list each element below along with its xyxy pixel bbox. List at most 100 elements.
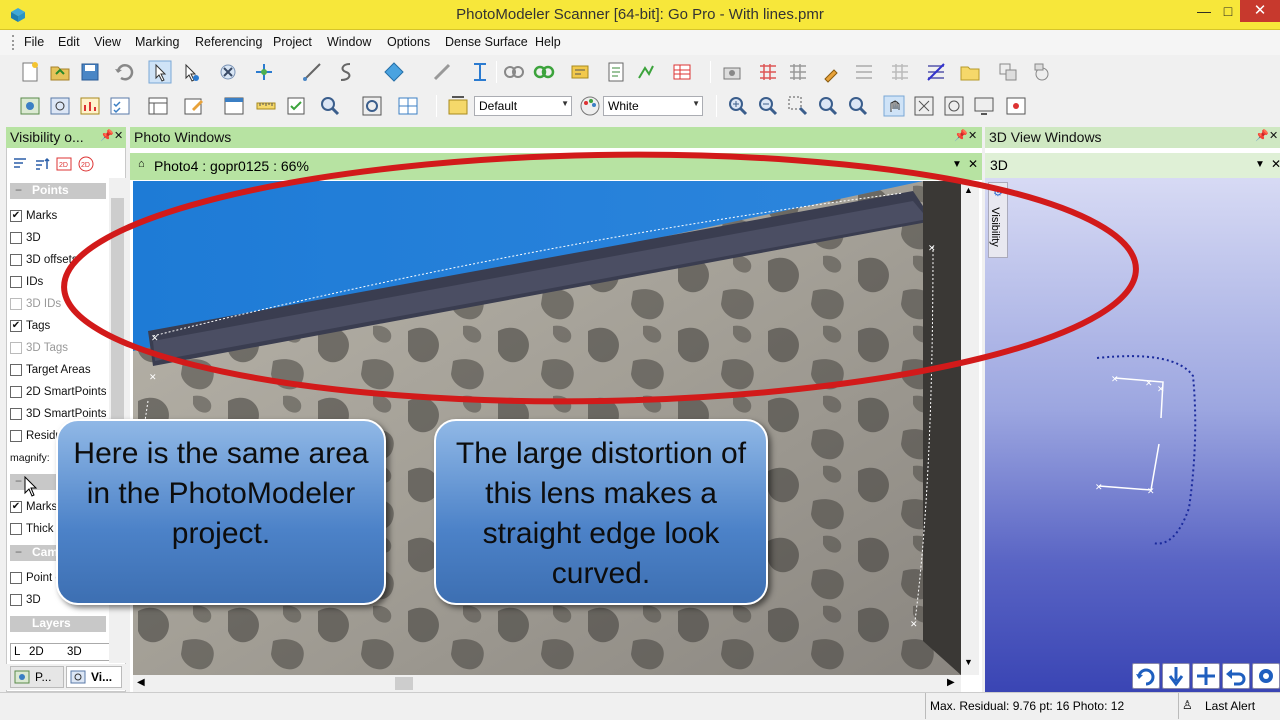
quality-icon[interactable] xyxy=(634,60,658,84)
checkbox-icon[interactable] xyxy=(10,430,22,442)
option-thick[interactable]: Thick xyxy=(10,521,60,539)
checkbox-icon[interactable] xyxy=(10,572,22,584)
zoom-all-icon[interactable] xyxy=(816,94,840,118)
sort-icon[interactable] xyxy=(12,156,28,172)
menu-window[interactable]: Window xyxy=(327,35,371,49)
close-panel-icon[interactable]: ✕ xyxy=(1269,129,1278,142)
scroll-left-icon[interactable]: ◀ xyxy=(137,677,145,688)
collapse-icon[interactable]: − xyxy=(15,474,22,488)
option-residuals[interactable]: Residu xyxy=(10,428,62,446)
scroll-right-icon[interactable]: ▶ xyxy=(947,677,955,688)
zoom-icon[interactable] xyxy=(318,94,342,118)
checkbox-checked-icon[interactable]: ✔ xyxy=(10,320,22,332)
checkbox-icon[interactable] xyxy=(10,408,22,420)
screen-icon[interactable] xyxy=(972,94,996,118)
undo-icon[interactable] xyxy=(112,60,136,84)
menu-dense-surface[interactable]: Dense Surface xyxy=(445,35,528,49)
checkbox-icon[interactable] xyxy=(10,276,22,288)
option-point-cloud[interactable]: Point c xyxy=(10,570,61,588)
cameras-group-header[interactable]: − Cam xyxy=(10,545,58,561)
menu-project[interactable]: Project xyxy=(273,35,312,49)
edit-properties-icon[interactable] xyxy=(182,94,206,118)
surface-mode-icon[interactable] xyxy=(382,60,406,84)
folder-icon[interactable] xyxy=(958,60,982,84)
select-pointer-icon[interactable] xyxy=(148,60,172,84)
zoom-out-icon[interactable] xyxy=(756,94,780,118)
save-icon[interactable] xyxy=(78,60,102,84)
tab-visibility[interactable]: Vi... xyxy=(66,666,122,688)
pan-3d-icon[interactable] xyxy=(1192,663,1220,689)
checkbox-checked-icon[interactable]: ✔ xyxy=(10,501,22,513)
checkbox-icon[interactable] xyxy=(10,523,22,535)
open-photo-icon[interactable] xyxy=(48,94,72,118)
edge-tool-icon[interactable] xyxy=(430,60,454,84)
window-icon[interactable] xyxy=(222,94,246,118)
settings-3d-icon[interactable] xyxy=(1252,663,1280,689)
collapse-icon[interactable]: − xyxy=(15,183,22,197)
layers-group-header[interactable]: Layers xyxy=(10,616,106,632)
delete-icon[interactable] xyxy=(216,60,240,84)
pin-icon[interactable]: 📌 xyxy=(1255,129,1269,142)
rotate-view-icon[interactable] xyxy=(942,94,966,118)
select-mark-icon[interactable] xyxy=(178,60,202,84)
close-button[interactable]: ✕ xyxy=(1240,0,1280,22)
photo-table-icon[interactable] xyxy=(18,94,42,118)
move-down-3d-icon[interactable] xyxy=(1162,663,1190,689)
checkbox-icon[interactable] xyxy=(10,232,22,244)
menu-view[interactable]: View xyxy=(94,35,121,49)
scrollbar-thumb[interactable] xyxy=(395,677,413,690)
tab-photos[interactable]: P... xyxy=(10,666,64,688)
option-camera-3d[interactable]: 3D xyxy=(10,592,60,610)
paint-icon[interactable] xyxy=(820,60,844,84)
line-mode-icon[interactable] xyxy=(300,60,324,84)
fit-view-icon[interactable] xyxy=(912,94,936,118)
style-combo[interactable]: Default ▼ xyxy=(474,96,572,116)
process-icon[interactable] xyxy=(568,60,592,84)
export-icon[interactable] xyxy=(996,60,1020,84)
no-grid-icon[interactable] xyxy=(924,60,948,84)
table-icon[interactable] xyxy=(670,60,694,84)
zoom-window-icon[interactable] xyxy=(786,94,810,118)
camera-icon[interactable] xyxy=(720,60,744,84)
hide-icon[interactable] xyxy=(852,60,876,84)
minimize-button[interactable]: — xyxy=(1192,0,1216,22)
pan-icon[interactable] xyxy=(882,94,906,118)
reference-icon[interactable] xyxy=(502,60,526,84)
grid-icon[interactable] xyxy=(756,60,780,84)
undo-3d-icon[interactable] xyxy=(1222,663,1250,689)
checkbox-checked-icon[interactable]: ✔ xyxy=(10,210,22,222)
zoom-in-icon[interactable] xyxy=(726,94,750,118)
window-layout-icon[interactable] xyxy=(146,94,170,118)
menu-edit[interactable]: Edit xyxy=(58,35,80,49)
menu-help[interactable]: Help xyxy=(535,35,561,49)
zoom-fit-icon[interactable] xyxy=(360,94,384,118)
menu-referencing[interactable]: Referencing xyxy=(195,35,262,49)
chevron-down-icon[interactable]: ▼ xyxy=(1255,159,1265,170)
checkbox-icon[interactable] xyxy=(10,364,22,376)
open-project-icon[interactable] xyxy=(48,60,72,84)
color-palette-icon[interactable] xyxy=(578,94,602,118)
color-combo[interactable]: White ▼ xyxy=(603,96,703,116)
new-project-icon[interactable] xyxy=(18,60,42,84)
render-icon[interactable] xyxy=(1030,60,1054,84)
close-3d-icon[interactable]: ✕ xyxy=(1271,157,1280,171)
collapse-icon[interactable]: − xyxy=(15,545,22,559)
marking-window-icon[interactable] xyxy=(1004,94,1028,118)
checkbox-icon[interactable] xyxy=(10,386,22,398)
menu-marking[interactable]: Marking xyxy=(135,35,179,49)
style-icon[interactable] xyxy=(446,94,470,118)
cylinder-tool-icon[interactable] xyxy=(468,60,492,84)
auto-reference-icon[interactable] xyxy=(532,60,556,84)
zoom-previous-icon[interactable] xyxy=(846,94,870,118)
curve-mode-icon[interactable] xyxy=(334,60,358,84)
menu-file[interactable]: File xyxy=(24,35,44,49)
sort-up-icon[interactable] xyxy=(34,156,50,172)
scroll-down-icon[interactable]: ▼ xyxy=(964,657,973,667)
last-alert[interactable]: Last Alert xyxy=(1205,699,1255,713)
option-line-marks[interactable]: ✔ Marks xyxy=(10,499,60,517)
checkbox-icon[interactable] xyxy=(10,594,22,606)
photo-horizontal-scrollbar[interactable]: ◀ ▶ xyxy=(133,675,961,692)
checklist-icon[interactable] xyxy=(604,60,628,84)
tile-icon[interactable] xyxy=(396,94,420,118)
grid-delete-icon[interactable] xyxy=(786,60,810,84)
